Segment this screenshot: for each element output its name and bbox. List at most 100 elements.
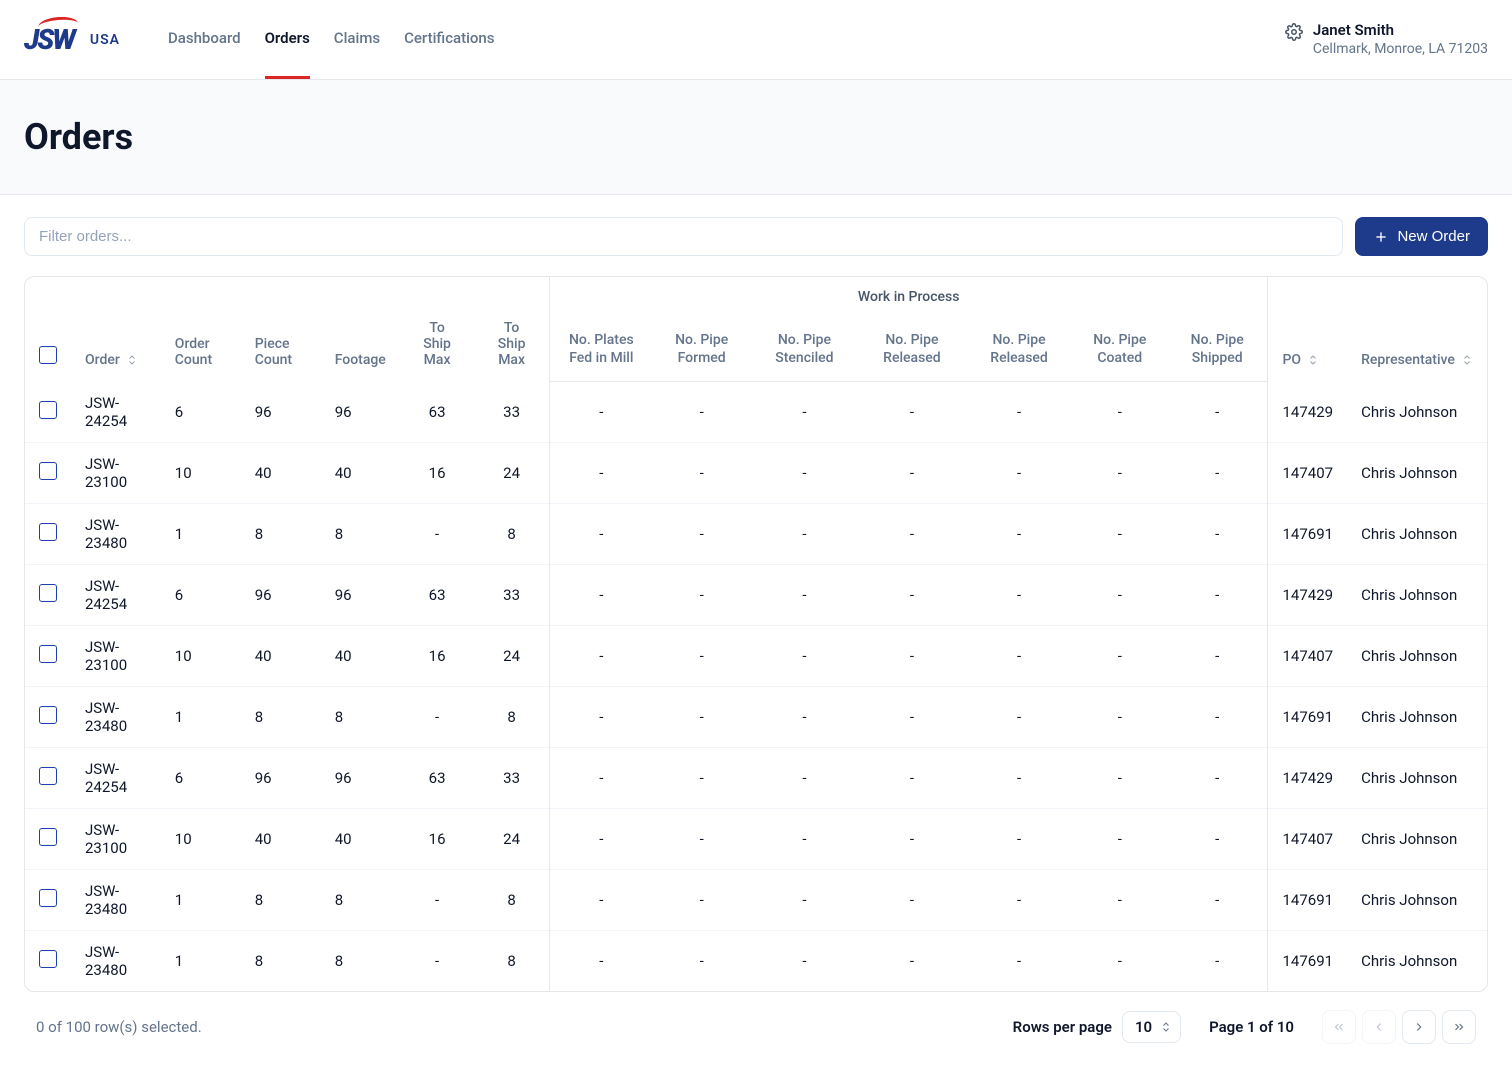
table-row[interactable]: JSW-24254 6 96 96 63 33 - - - - - - - 14… bbox=[25, 747, 1487, 808]
row-checkbox[interactable] bbox=[39, 767, 57, 785]
cell-ship2: 24 bbox=[474, 625, 549, 686]
nav-item-orders[interactable]: Orders bbox=[265, 0, 310, 79]
cell-piece-count: 96 bbox=[241, 564, 321, 625]
cell-order-count: 6 bbox=[161, 564, 241, 625]
page-first-button[interactable] bbox=[1322, 1010, 1356, 1044]
cell-wip: - bbox=[1167, 686, 1268, 747]
cell-wip: - bbox=[549, 625, 652, 686]
logo: JSW USA bbox=[24, 23, 120, 56]
row-checkbox[interactable] bbox=[39, 645, 57, 663]
row-checkbox[interactable] bbox=[39, 584, 57, 602]
cell-ship1: - bbox=[400, 686, 475, 747]
table-row[interactable]: JSW-24254 6 96 96 63 33 - - - - - - - 14… bbox=[25, 564, 1487, 625]
select-all-checkbox[interactable] bbox=[39, 346, 57, 364]
row-checkbox[interactable] bbox=[39, 889, 57, 907]
cell-wip: - bbox=[750, 747, 858, 808]
cell-ship2: 24 bbox=[474, 442, 549, 503]
user-info: Janet Smith Cellmark, Monroe, LA 71203 bbox=[1285, 21, 1488, 59]
page-next-button[interactable] bbox=[1402, 1010, 1436, 1044]
orders-table: Order Order Count Piece Count Footage To… bbox=[25, 277, 1487, 991]
page-last-button[interactable] bbox=[1442, 1010, 1476, 1044]
cell-order-count: 10 bbox=[161, 808, 241, 869]
table-row[interactable]: JSW-24254 6 96 96 63 33 - - - - - - - 14… bbox=[25, 382, 1487, 443]
cell-footage: 96 bbox=[321, 564, 400, 625]
table-row[interactable]: JSW-23480 1 8 8 - 8 - - - - - - - 147691… bbox=[25, 503, 1487, 564]
cell-rep: Chris Johnson bbox=[1347, 808, 1487, 869]
app-header: JSW USA Dashboard Orders Claims Certificati… bbox=[0, 0, 1512, 80]
cell-wip: - bbox=[965, 382, 1072, 443]
cell-piece-count: 40 bbox=[241, 442, 321, 503]
col-to-ship-max-1: To Ship Max bbox=[400, 277, 475, 382]
cell-ship1: 16 bbox=[400, 808, 475, 869]
cell-order: JSW-23100 bbox=[71, 442, 161, 503]
col-plates-fed: No. Plates Fed in Mill bbox=[549, 317, 652, 382]
cell-ship1: 63 bbox=[400, 747, 475, 808]
table-row[interactable]: JSW-23100 10 40 40 16 24 - - - - - - - 1… bbox=[25, 625, 1487, 686]
main-nav: Dashboard Orders Claims Certifications bbox=[168, 0, 495, 79]
table-row[interactable]: JSW-23480 1 8 8 - 8 - - - - - - - 147691… bbox=[25, 686, 1487, 747]
table-row[interactable]: JSW-23100 10 40 40 16 24 - - - - - - - 1… bbox=[25, 808, 1487, 869]
col-group-wip: Work in Process bbox=[549, 277, 1268, 317]
cell-wip: - bbox=[858, 564, 965, 625]
table-footer: 0 of 100 row(s) selected. Rows per page … bbox=[24, 992, 1488, 1048]
cell-ship2: 33 bbox=[474, 382, 549, 443]
cell-wip: - bbox=[549, 382, 652, 443]
nav-item-certifications[interactable]: Certifications bbox=[404, 0, 494, 79]
cell-wip: - bbox=[653, 625, 751, 686]
new-order-button[interactable]: New Order bbox=[1355, 217, 1488, 256]
logo-brand: JSW bbox=[24, 23, 74, 56]
cell-wip: - bbox=[653, 382, 751, 443]
cell-order: JSW-23480 bbox=[71, 686, 161, 747]
cell-wip: - bbox=[858, 869, 965, 930]
cell-wip: - bbox=[750, 808, 858, 869]
row-checkbox[interactable] bbox=[39, 401, 57, 419]
cell-wip: - bbox=[653, 808, 751, 869]
rows-per-page-value: 10 bbox=[1135, 1018, 1152, 1036]
table-row[interactable]: JSW-23100 10 40 40 16 24 - - - - - - - 1… bbox=[25, 442, 1487, 503]
cell-piece-count: 96 bbox=[241, 747, 321, 808]
col-order-sort[interactable]: Order bbox=[85, 352, 138, 368]
cell-wip: - bbox=[549, 564, 652, 625]
table-row[interactable]: JSW-23480 1 8 8 - 8 - - - - - - - 147691… bbox=[25, 869, 1487, 930]
row-checkbox[interactable] bbox=[39, 462, 57, 480]
cell-ship1: 63 bbox=[400, 382, 475, 443]
page-header: Orders bbox=[0, 80, 1512, 195]
cell-wip: - bbox=[858, 625, 965, 686]
row-checkbox[interactable] bbox=[39, 706, 57, 724]
cell-order: JSW-23100 bbox=[71, 625, 161, 686]
sort-icon bbox=[126, 354, 138, 366]
gear-icon[interactable] bbox=[1285, 23, 1303, 41]
col-pipe-shipped: No. Pipe Shipped bbox=[1167, 317, 1268, 382]
page-prev-button[interactable] bbox=[1362, 1010, 1396, 1044]
col-po: PO bbox=[1282, 352, 1301, 368]
nav-item-claims[interactable]: Claims bbox=[334, 0, 380, 79]
cell-rep: Chris Johnson bbox=[1347, 869, 1487, 930]
row-checkbox[interactable] bbox=[39, 950, 57, 968]
cell-wip: - bbox=[858, 382, 965, 443]
cell-wip: - bbox=[549, 869, 652, 930]
cell-order-count: 1 bbox=[161, 869, 241, 930]
sort-icon bbox=[1307, 354, 1319, 366]
cell-wip: - bbox=[1167, 869, 1268, 930]
rows-per-page: Rows per page 10 bbox=[1013, 1011, 1181, 1043]
cell-wip: - bbox=[653, 747, 751, 808]
rows-per-page-select[interactable]: 10 bbox=[1122, 1011, 1181, 1043]
col-pipe-coated: No. Pipe Coated bbox=[1073, 317, 1167, 382]
cell-wip: - bbox=[750, 564, 858, 625]
cell-wip: - bbox=[750, 442, 858, 503]
col-po-sort[interactable]: PO bbox=[1282, 352, 1319, 368]
cell-ship2: 8 bbox=[474, 869, 549, 930]
cell-wip: - bbox=[965, 625, 1072, 686]
cell-wip: - bbox=[549, 686, 652, 747]
col-rep-sort[interactable]: Representative bbox=[1361, 352, 1473, 368]
nav-item-dashboard[interactable]: Dashboard bbox=[168, 0, 241, 79]
user-location: Cellmark, Monroe, LA 71203 bbox=[1313, 40, 1488, 58]
cell-wip: - bbox=[858, 686, 965, 747]
filter-input[interactable] bbox=[24, 217, 1343, 256]
cell-wip: - bbox=[1073, 869, 1167, 930]
chevron-right-icon bbox=[1412, 1020, 1426, 1034]
row-checkbox[interactable] bbox=[39, 523, 57, 541]
cell-wip: - bbox=[1167, 503, 1268, 564]
row-checkbox[interactable] bbox=[39, 828, 57, 846]
plus-icon bbox=[1373, 229, 1389, 245]
